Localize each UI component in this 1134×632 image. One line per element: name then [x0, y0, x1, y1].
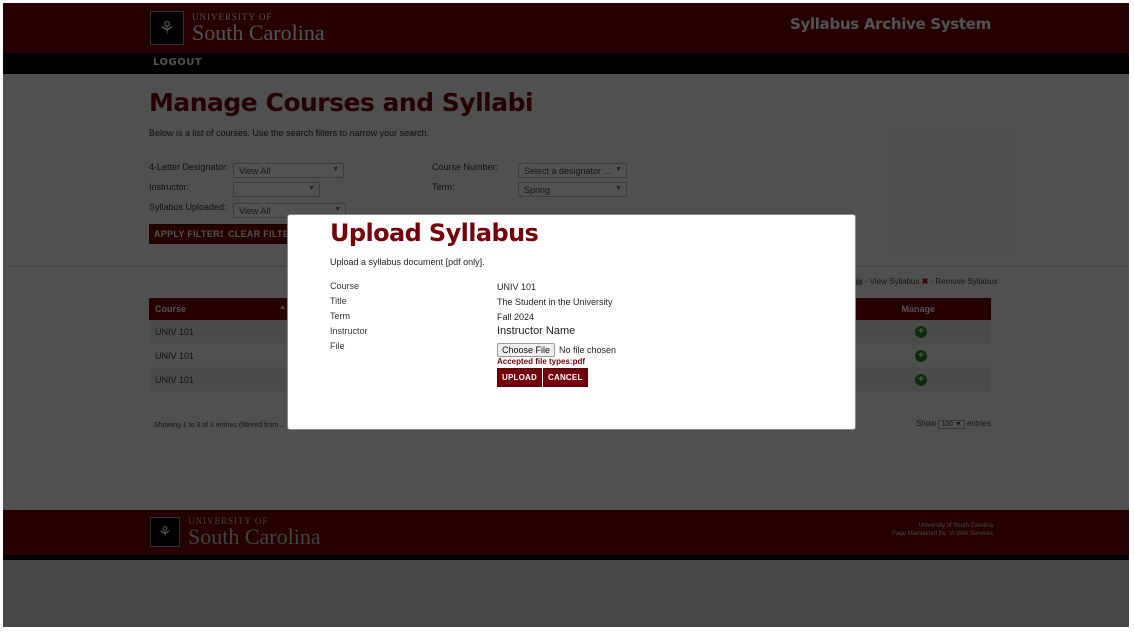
- upload-button[interactable]: UPLOAD: [497, 368, 542, 387]
- instructor-label: Instructor: [330, 326, 368, 336]
- title-value: The Student in the University: [497, 297, 613, 307]
- cancel-button[interactable]: CANCEL: [543, 368, 588, 387]
- accepted-file-types: Accepted file types:pdf: [497, 357, 586, 366]
- course-label: Course: [330, 281, 360, 291]
- term-label: Term: [330, 311, 350, 321]
- file-label: File: [330, 341, 345, 351]
- browser-viewport: ⚘ UNIVERSITY OF South Carolina Syllabus …: [3, 3, 1129, 627]
- modal-title: Upload Syllabus: [330, 219, 539, 247]
- instructor-value: Instructor Name: [497, 325, 576, 337]
- term-value: Fall 2024: [497, 312, 535, 322]
- modal-subtitle: Upload a syllabus document [pdf only].: [330, 257, 485, 267]
- file-status: No file chosen: [559, 345, 617, 355]
- choose-file-button[interactable]: Choose File: [497, 343, 556, 357]
- course-value: UNIV 101: [497, 282, 537, 292]
- title-label: Title: [330, 296, 347, 306]
- upload-syllabus-modal: Upload Syllabus Upload a syllabus docume…: [287, 214, 856, 430]
- file-input[interactable]: Choose File No file chosen: [497, 343, 616, 357]
